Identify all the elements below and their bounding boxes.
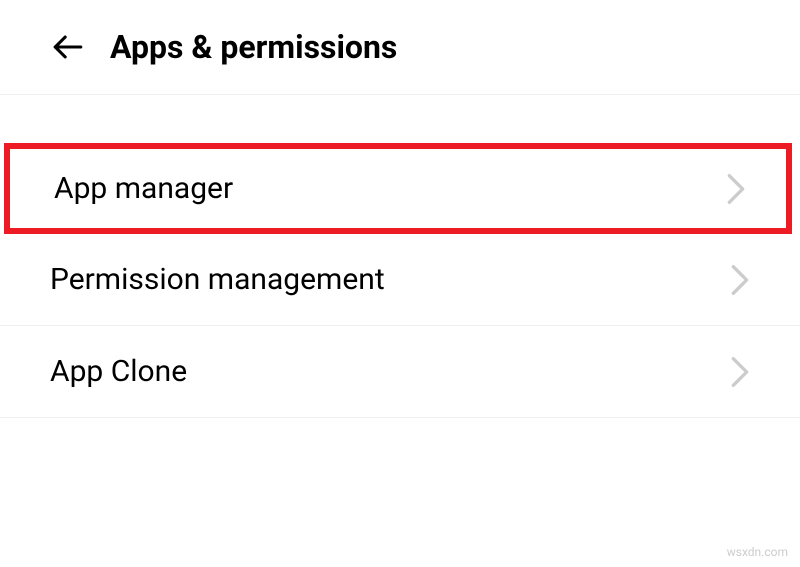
chevron-right-icon	[726, 172, 746, 206]
list-item-label: App manager	[54, 171, 233, 206]
watermark: wsxdn.com	[727, 545, 788, 559]
list-item-app-manager[interactable]: App manager	[4, 143, 792, 234]
chevron-right-icon	[730, 263, 750, 297]
header: Apps & permissions	[0, 0, 800, 95]
settings-list: App manager Permission management App Cl…	[0, 95, 800, 418]
list-item-label: Permission management	[50, 262, 385, 297]
list-item-label: App Clone	[50, 354, 187, 389]
page-title: Apps & permissions	[110, 28, 397, 66]
list-item-permission-management[interactable]: Permission management	[0, 234, 800, 326]
chevron-right-icon	[730, 355, 750, 389]
back-button[interactable]	[50, 29, 86, 65]
list-item-app-clone[interactable]: App Clone	[0, 326, 800, 418]
back-arrow-icon	[51, 30, 85, 64]
